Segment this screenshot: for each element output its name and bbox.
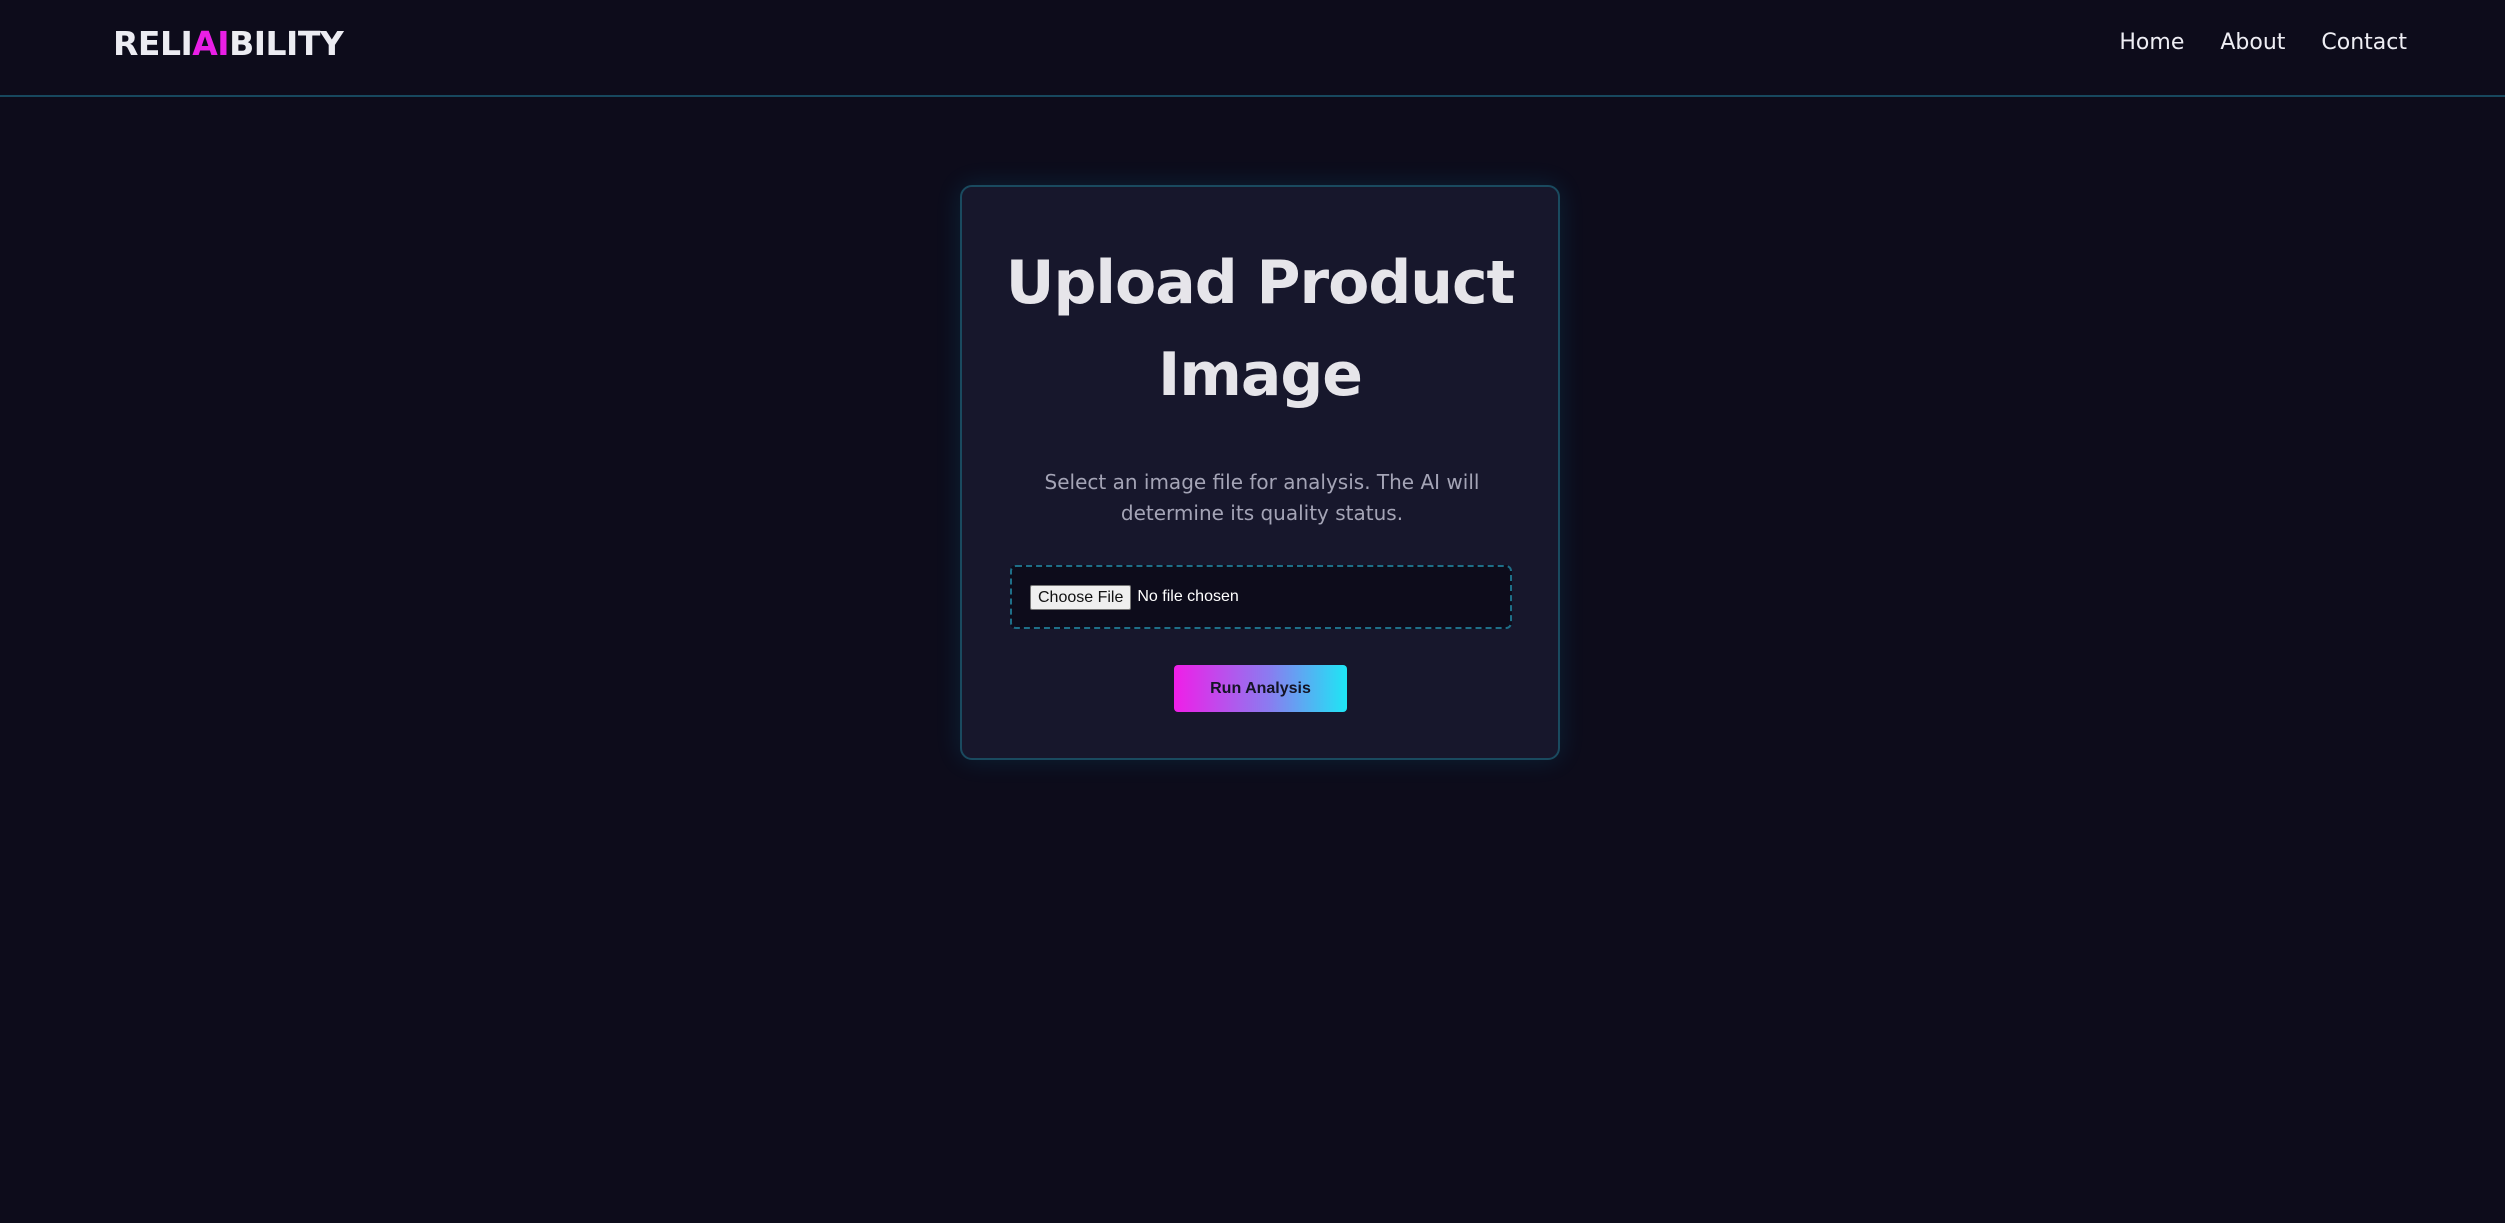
run-analysis-button[interactable]: Run Analysis [1174, 665, 1347, 712]
file-status-text: No file chosen [1137, 588, 1239, 605]
upload-card: Upload Product Image Select an image fil… [960, 185, 1560, 760]
nav-home-link[interactable]: Home [2119, 26, 2184, 60]
choose-file-button[interactable]: Choose File [1030, 584, 1132, 610]
logo[interactable]: RELIAIBILITY [113, 22, 344, 66]
nav-about-link[interactable]: About [2220, 26, 2285, 60]
logo-text-part3: BILITY [229, 24, 344, 63]
page: RELIAIBILITY Home About Contact Upload P… [0, 0, 2505, 1223]
main-nav: Home About Contact [2119, 26, 2407, 60]
page-title: Upload Product Image [1005, 248, 1515, 410]
upload-description: Select an image file for analysis. The A… [1044, 470, 1480, 525]
file-dropzone[interactable]: Choose File No file chosen [1010, 565, 1512, 629]
site-header: RELIAIBILITY Home About Contact [0, 0, 2505, 97]
logo-text-part1: RELI [113, 24, 193, 63]
nav-contact-link[interactable]: Contact [2321, 26, 2407, 60]
logo-text-ai: AI [192, 24, 230, 63]
